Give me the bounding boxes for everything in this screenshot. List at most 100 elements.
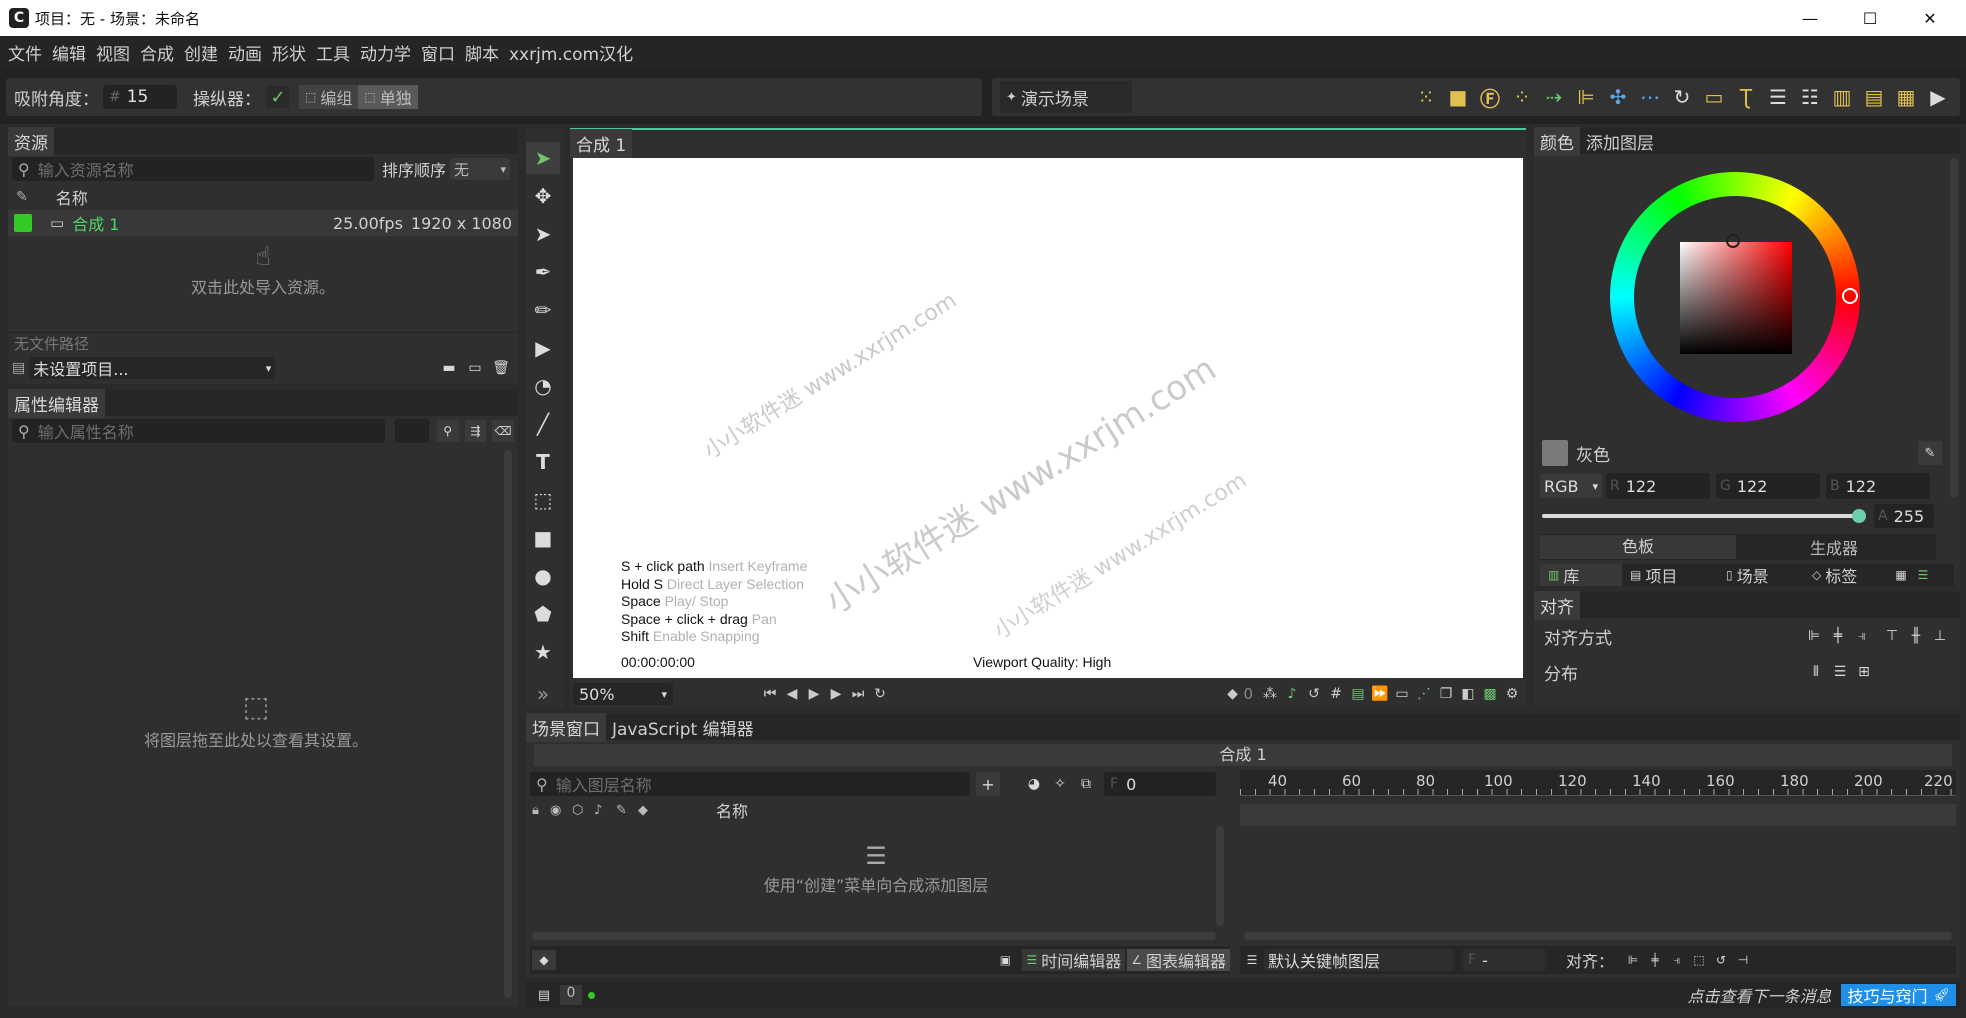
blue-input[interactable]: B 122 (1826, 473, 1930, 499)
red-input[interactable]: R 122 (1606, 473, 1710, 499)
menu-animation[interactable]: 动画 (223, 40, 267, 65)
last-frame-icon[interactable]: ⏭ (847, 683, 869, 705)
new-composition-icon[interactable]: ▭ (462, 360, 488, 376)
sort-select[interactable]: 无 ▾ (450, 158, 511, 180)
key-curve-icon[interactable]: ↺ (1710, 953, 1732, 967)
tab-scene[interactable]: ▯ 场景 (1718, 563, 1804, 587)
layer-list-hscrollbar[interactable] (532, 932, 1216, 940)
polygon-tool-icon[interactable]: ⬟ (526, 598, 560, 630)
distribute-h-icon[interactable]: ⫴ (1804, 664, 1828, 680)
canvas[interactable]: 小小软件迷 www.xxrjm.com 小小软件迷 www.xxrjm.com … (573, 158, 1523, 678)
star-tool-icon[interactable]: ★ (526, 636, 560, 668)
tips-button[interactable]: 技巧与窍门 🚀︎ (1841, 984, 1956, 1006)
mask-icon[interactable]: ◧ (1457, 683, 1479, 705)
tab-javascript-editor[interactable]: JavaScript 编辑器 (606, 713, 760, 742)
first-frame-icon[interactable]: ⏮ (759, 683, 781, 705)
keyframe-layer-select[interactable]: 默认关键帧图层 (1264, 949, 1454, 971)
effects-icon[interactable]: ✧ (1048, 772, 1072, 796)
play-icon[interactable]: ▶ (803, 683, 825, 705)
loop-icon[interactable]: ↻ (869, 683, 891, 705)
text-path-icon[interactable]: Ʈ (1730, 81, 1762, 113)
next-frame-icon[interactable]: ▶ (825, 683, 847, 705)
camera-tool-icon[interactable]: ▶ (526, 332, 560, 364)
next-tip-link[interactable]: 点击查看下一条消息 (1687, 983, 1831, 1007)
add-layer-icon[interactable]: + (976, 772, 1000, 796)
align-center-v-icon[interactable]: ╫ (1904, 628, 1928, 644)
menu-tools[interactable]: 工具 (311, 40, 355, 65)
search-target-icon[interactable]: ⚲ (436, 420, 459, 442)
tab-tag[interactable]: ◇ 标签 (1804, 563, 1890, 587)
expand-tools-icon[interactable]: » (526, 678, 560, 710)
rows-icon[interactable]: ▤ (1858, 81, 1890, 113)
menu-create[interactable]: 创建 (179, 40, 223, 65)
property-filter-field[interactable] (395, 419, 429, 443)
ruler-icon[interactable]: ▭ (1698, 81, 1730, 113)
grid-view-icon[interactable]: ▦ (1890, 568, 1912, 582)
message-icon[interactable]: ▤ (532, 988, 556, 1003)
graph-editor-button[interactable]: ∠ 图表编辑器 (1127, 949, 1230, 971)
font-icon[interactable]: Ⓕ (1474, 81, 1506, 113)
property-scrollbar[interactable] (504, 450, 512, 998)
zoom-select[interactable]: 50% ▾ (573, 683, 673, 705)
pen-tool-icon[interactable]: ✒ (526, 256, 560, 288)
menu-edit[interactable]: 编辑 (47, 40, 91, 65)
checker-icon[interactable]: ▩ (1479, 683, 1501, 705)
sound-icon[interactable]: ♪ (594, 803, 616, 818)
saturation-handle[interactable] (1726, 234, 1740, 248)
particles-icon[interactable]: ⁘ (1506, 81, 1538, 113)
move-cross-icon[interactable]: ✣ (1602, 81, 1634, 113)
hue-handle[interactable] (1842, 288, 1858, 304)
keyframe-input[interactable]: F- (1462, 949, 1546, 971)
timeline-hscrollbar[interactable] (1244, 932, 1952, 940)
eye-icon[interactable]: ◉ (550, 803, 572, 818)
cube-icon[interactable]: ■ (1442, 81, 1474, 113)
align-left-icon[interactable]: ⊫ (1802, 628, 1826, 644)
menu-view[interactable]: 视图 (91, 40, 135, 65)
timeline-track-area[interactable] (1240, 804, 1956, 826)
menu-compose[interactable]: 合成 (135, 40, 179, 65)
stack-icon[interactable]: ❐ (1435, 683, 1457, 705)
eyedropper-icon[interactable]: ✎ (1918, 441, 1942, 465)
align-right-icon[interactable]: ⫣ (1850, 628, 1874, 644)
grid-dots-icon[interactable]: ⁙ (1410, 81, 1442, 113)
audio-icon[interactable]: ♪ (1281, 683, 1303, 705)
camera-icon[interactable]: ▶ (1922, 81, 1954, 113)
generator-tab[interactable]: 生成器 (1736, 535, 1932, 559)
fast-forward-icon[interactable]: ⏩ (1369, 683, 1391, 705)
grid-icon[interactable]: # (1325, 683, 1347, 705)
tag-icon[interactable]: ◆ (638, 803, 660, 818)
select-tool-icon[interactable]: ➤ (526, 142, 560, 174)
tab-assets[interactable]: 资源 (8, 126, 54, 156)
demo-scene-button[interactable]: ✦ 演示场景 (1000, 81, 1132, 113)
dots-line-icon[interactable]: ⋯ (1634, 81, 1666, 113)
rotate-icon[interactable]: ↻ (1666, 81, 1698, 113)
tab-project[interactable]: ▤ 项目 (1622, 563, 1718, 587)
line-tool-icon[interactable]: ╱ (526, 408, 560, 440)
list-view-icon[interactable]: ☰ (1912, 568, 1934, 582)
columns-icon[interactable]: ▥ (1826, 81, 1858, 113)
keyframe-tag-icon[interactable]: ◆ (1221, 683, 1243, 705)
pencil-tool-icon[interactable]: ✏ (526, 294, 560, 326)
align-keys-left-icon[interactable]: ⊫ (1622, 953, 1644, 967)
minimize-button[interactable]: — (1780, 9, 1840, 28)
asset-row[interactable]: ▭ 合成 1 25.00fps 1920 x 1080 (8, 210, 518, 236)
timeline-editor-button[interactable]: ☰ 时间编辑器 (1022, 949, 1126, 971)
color-mode-select[interactable]: RGB ▾ (1540, 474, 1602, 498)
folder-icon[interactable]: ▬ (436, 360, 462, 376)
pie-tool-icon[interactable]: ◔ (526, 370, 560, 402)
align-top-icon[interactable]: ⊤ (1880, 628, 1904, 644)
align-left-icon[interactable]: ⊫ (1570, 81, 1602, 113)
align-center-h-icon[interactable]: ╪ (1826, 628, 1850, 644)
adjust-icon[interactable]: ⧉ (1074, 772, 1098, 796)
key-box-icon[interactable]: ⬚ (1688, 953, 1710, 967)
maximize-button[interactable]: ☐ (1840, 9, 1900, 28)
align-keys-right-icon[interactable]: ⫣ (1666, 953, 1688, 968)
clear-icon[interactable]: ⌫ (492, 420, 514, 442)
layout-grid-icon[interactable]: ▦ (1890, 81, 1922, 113)
list-stack-icon[interactable]: ☷ (1794, 81, 1826, 113)
list-indent-icon[interactable]: ☰ (1762, 81, 1794, 113)
tab-color[interactable]: 颜色 (1534, 126, 1580, 156)
alpha-slider-handle[interactable] (1852, 509, 1866, 523)
alpha-input[interactable]: A 255 (1874, 504, 1934, 528)
align-keys-center-icon[interactable]: ╪ (1644, 953, 1666, 967)
